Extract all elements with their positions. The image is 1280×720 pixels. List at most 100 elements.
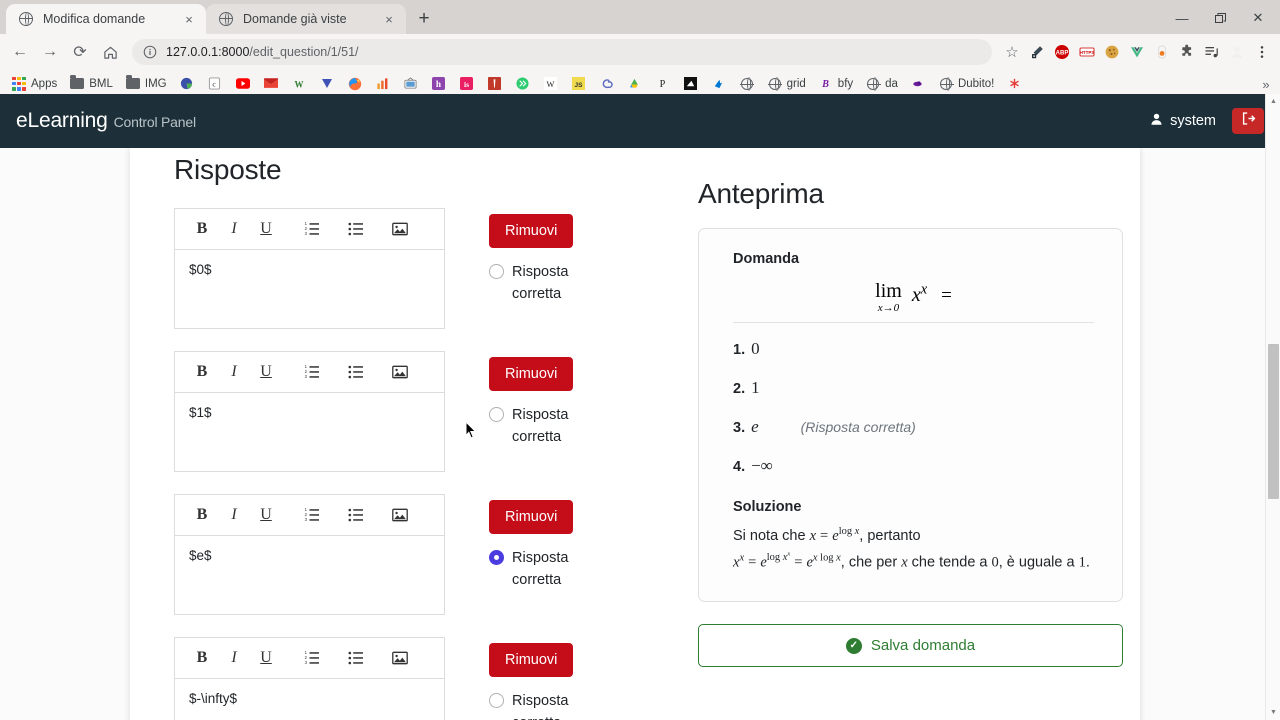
vue-devtools-icon[interactable] (1125, 40, 1149, 64)
bookmark-dark[interactable] (678, 73, 704, 95)
bookmark-pie[interactable] (174, 73, 200, 95)
bold-icon[interactable]: B (189, 216, 215, 242)
playlist-icon[interactable] (1200, 40, 1224, 64)
bookmark-da[interactable]: da (860, 73, 903, 95)
image-icon[interactable] (387, 645, 413, 671)
bookmark-azure[interactable] (706, 73, 732, 95)
remove-answer-button[interactable]: Rimuovi (489, 500, 574, 534)
back-icon[interactable]: ← (6, 38, 34, 66)
close-icon[interactable]: × (380, 10, 398, 28)
bold-icon[interactable]: B (189, 359, 215, 385)
answer-text[interactable]: $-\infty$ (175, 679, 444, 720)
bookmark-firefox[interactable] (342, 73, 368, 95)
correct-answer-radio-wrap[interactable]: Risposta corretta (489, 405, 575, 449)
bookmark-w3[interactable]: W (286, 73, 312, 95)
bookmark-js[interactable]: JS (566, 73, 592, 95)
bookmark-wikipedia[interactable]: W (538, 73, 564, 95)
bookmark-v[interactable] (314, 73, 340, 95)
bookmark-c[interactable]: c (202, 73, 228, 95)
italic-icon[interactable]: I (221, 502, 247, 528)
ordered-list-icon[interactable]: 123 (299, 645, 325, 671)
underline-icon[interactable]: U (253, 216, 279, 242)
bookmark-star-icon[interactable]: ☆ (1000, 40, 1024, 64)
scrollbar-thumb[interactable] (1268, 344, 1279, 499)
bookmark-youtube[interactable] (230, 73, 256, 95)
adblock-icon[interactable]: ABP (1050, 40, 1074, 64)
close-button[interactable]: ✕ (1240, 6, 1276, 30)
answer-editor[interactable]: B I U 123 (174, 637, 445, 720)
bookmark-dubito[interactable]: Dubito! (933, 73, 999, 95)
bookmark-h[interactable]: h (426, 73, 452, 95)
puzzle-icon[interactable] (1175, 40, 1199, 64)
underline-icon[interactable]: U (253, 359, 279, 385)
user-menu[interactable]: system (1150, 112, 1216, 130)
italic-icon[interactable]: I (221, 359, 247, 385)
image-icon[interactable] (387, 502, 413, 528)
page-scrollbar[interactable]: ▲ ▼ (1265, 94, 1280, 720)
bullet-list-icon[interactable] (343, 645, 369, 671)
underline-icon[interactable]: U (253, 645, 279, 671)
profile-icon[interactable] (1225, 40, 1249, 64)
correct-answer-radio[interactable] (489, 264, 504, 279)
menu-icon[interactable] (1250, 40, 1274, 64)
bookmark-spiral[interactable] (594, 73, 620, 95)
remove-answer-button[interactable]: Rimuovi (489, 214, 574, 248)
brand[interactable]: eLearning Control Panel (16, 109, 196, 133)
answer-text[interactable]: $0$ (175, 250, 444, 328)
reload-icon[interactable]: ⟳ (66, 38, 94, 66)
italic-icon[interactable]: I (221, 216, 247, 242)
bookmark-bfy[interactable]: B bfy (813, 73, 858, 95)
tab-modifica-domande[interactable]: Modifica domande × (6, 4, 206, 34)
ordered-list-icon[interactable]: 123 (299, 359, 325, 385)
capsule-extension-icon[interactable] (1150, 40, 1174, 64)
eyedropper-icon[interactable] (1025, 40, 1049, 64)
bookmark-grid[interactable]: grid (762, 73, 811, 95)
correct-answer-radio-wrap[interactable]: Risposta corretta (489, 548, 575, 592)
bullet-list-icon[interactable] (343, 502, 369, 528)
remove-answer-button[interactable]: Rimuovi (489, 643, 574, 677)
italic-icon[interactable]: I (221, 645, 247, 671)
tab-domande-gia-viste[interactable]: Domande già viste × (206, 4, 406, 34)
bookmark-p[interactable]: P (650, 73, 676, 95)
bookmark-globe-1[interactable] (734, 73, 760, 95)
close-icon[interactable]: × (180, 10, 198, 28)
bookmark-img[interactable]: IMG (120, 73, 172, 95)
minimize-button[interactable]: — (1164, 6, 1200, 30)
bullet-list-icon[interactable] (343, 216, 369, 242)
answer-text[interactable]: $e$ (175, 536, 444, 614)
maximize-button[interactable] (1202, 6, 1238, 30)
bookmark-tv[interactable] (398, 73, 424, 95)
remove-answer-button[interactable]: Rimuovi (489, 357, 574, 391)
ordered-list-icon[interactable]: 123 (299, 216, 325, 242)
answer-editor[interactable]: B I U 123 (174, 494, 445, 615)
ordered-list-icon[interactable]: 123 (299, 502, 325, 528)
bookmark-is[interactable]: is (454, 73, 480, 95)
new-tab-button[interactable]: + (410, 5, 438, 33)
address-bar[interactable]: 127.0.0.1:8000/edit_question/1/51/ (132, 39, 992, 65)
forward-icon[interactable]: → (36, 38, 64, 66)
home-icon[interactable] (96, 38, 124, 66)
correct-answer-radio-wrap[interactable]: Risposta corretta (489, 262, 575, 306)
https-everywhere-icon[interactable]: HTTPS (1075, 40, 1099, 64)
save-question-button[interactable]: ✓ Salva domanda (698, 624, 1123, 667)
bookmarks-overflow-button[interactable]: » (1256, 73, 1276, 95)
bold-icon[interactable]: B (189, 502, 215, 528)
bold-icon[interactable]: B (189, 645, 215, 671)
logout-button[interactable] (1232, 108, 1264, 134)
bookmark-red[interactable] (482, 73, 508, 95)
cookie-icon[interactable] (1100, 40, 1124, 64)
answer-editor[interactable]: B I U 123 (174, 351, 445, 472)
scroll-up-icon[interactable]: ▲ (1266, 94, 1280, 109)
correct-answer-radio[interactable] (489, 693, 504, 708)
image-icon[interactable] (387, 359, 413, 385)
scroll-down-icon[interactable]: ▼ (1266, 705, 1280, 720)
bookmark-drive[interactable] (622, 73, 648, 95)
bookmark-bml[interactable]: BML (64, 73, 118, 95)
underline-icon[interactable]: U (253, 502, 279, 528)
image-icon[interactable] (387, 216, 413, 242)
answer-editor[interactable]: B I U 123 (174, 208, 445, 329)
correct-answer-radio[interactable] (489, 407, 504, 422)
bookmark-asterisk[interactable] (1001, 73, 1027, 95)
bookmark-gmail[interactable] (258, 73, 284, 95)
answer-text[interactable]: $1$ (175, 393, 444, 471)
